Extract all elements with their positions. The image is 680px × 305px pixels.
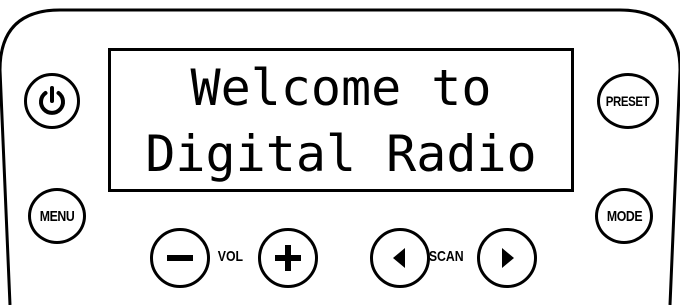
mode-button[interactable]: MODE <box>595 188 653 244</box>
volume-up-button[interactable] <box>258 228 318 288</box>
plus-icon <box>275 245 301 271</box>
menu-button-label: MENU <box>39 207 75 225</box>
volume-down-button[interactable] <box>150 228 210 288</box>
power-button[interactable] <box>24 73 80 129</box>
scan-back-button[interactable] <box>370 228 430 288</box>
display-line-1: Welcome to <box>190 59 492 117</box>
scan-forward-button[interactable] <box>477 228 537 288</box>
triangle-left-icon <box>393 248 405 268</box>
display-line-2: Digital Radio <box>145 125 537 183</box>
preset-button[interactable]: PRESET <box>597 73 659 129</box>
mode-button-label: MODE <box>606 207 642 225</box>
lcd-display: Welcome to Digital Radio <box>108 48 574 192</box>
minus-icon <box>167 255 193 261</box>
power-icon <box>39 86 65 115</box>
triangle-right-icon <box>502 248 514 268</box>
scan-label: SCAN <box>428 248 464 265</box>
volume-label: VOL <box>217 248 244 265</box>
menu-button[interactable]: MENU <box>28 188 86 244</box>
preset-button-label: PRESET <box>606 93 650 109</box>
